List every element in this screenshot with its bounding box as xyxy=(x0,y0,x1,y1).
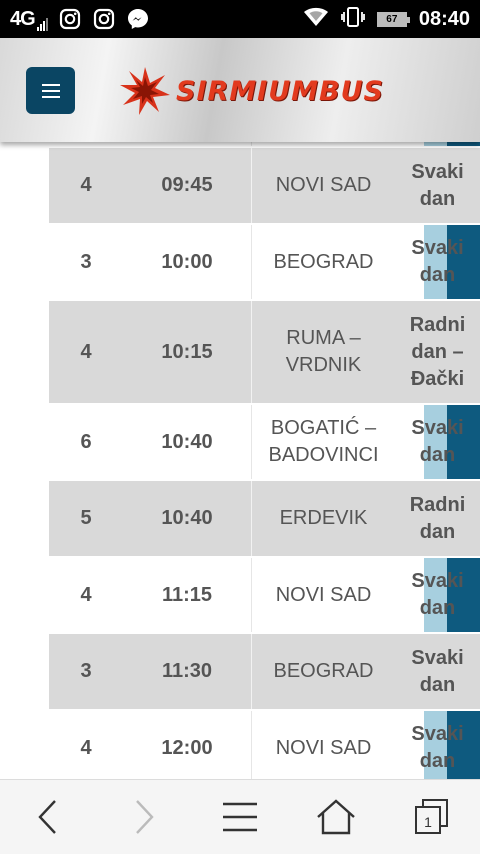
platform-cell: 4 xyxy=(80,340,92,363)
platform-cell: 6 xyxy=(80,430,92,453)
departure-time-cell: 11:15 xyxy=(161,583,213,606)
operating-days-cell: Svaki dan xyxy=(395,148,480,223)
table-row: 5 10:40 ERDEVIK Radni dan xyxy=(49,481,480,558)
tabs-icon[interactable]: 1 xyxy=(408,793,456,841)
platform-cell: 4 xyxy=(80,736,92,759)
departure-time-cell: 11:30 xyxy=(161,660,213,682)
destination-cell: ERDEVIK xyxy=(251,481,395,556)
platform-cell: 5 xyxy=(80,507,92,529)
operating-days-label: Radni dan – Đački xyxy=(409,313,466,390)
home-icon[interactable] xyxy=(312,793,360,841)
battery-level: 67 xyxy=(386,13,398,25)
operating-days-label: Svaki dan xyxy=(411,570,464,619)
departure-time-cell: 10:15 xyxy=(161,340,213,363)
operating-days-cell: Svaki dan xyxy=(395,711,480,779)
vibrate-icon xyxy=(340,6,365,32)
wifi-icon xyxy=(303,7,329,32)
operating-days-cell: Svaki dan xyxy=(395,558,480,632)
operating-days-label: dan xyxy=(420,142,456,146)
table-row: 4 12:00 NOVI SAD Svaki dan xyxy=(49,711,480,779)
instagram-icon xyxy=(58,7,82,31)
destination-cell: BOGATIĆ – BADOVINCI xyxy=(251,405,395,479)
departure-time-cell: 10:40 xyxy=(161,507,213,529)
operating-days-label: Svaki dan xyxy=(411,237,464,286)
logo-emblem-icon xyxy=(120,67,170,115)
network-type: 4G xyxy=(10,7,36,30)
operating-days-cell: Svaki dan xyxy=(395,405,480,479)
operating-days-cell: Svaki dan xyxy=(395,225,480,299)
table-row: 4 09:45 NOVI SAD Svaki dan xyxy=(49,148,480,225)
operating-days-cell: dan xyxy=(395,142,480,146)
operating-days-label: Svaki dan xyxy=(411,723,464,772)
table-row: 6 10:40 BOGATIĆ – BADOVINCI Svaki dan xyxy=(49,405,480,481)
departure-time-cell: 12:00 xyxy=(161,736,213,759)
destination-cell: NOVI SAD xyxy=(251,558,395,632)
hamburger-menu-button[interactable] xyxy=(26,67,75,114)
table-row: 4 11:15 NOVI SAD Svaki dan xyxy=(49,558,480,634)
operating-days-label: Radni dan xyxy=(409,493,466,543)
operating-days-cell: Radni dan – Đački xyxy=(395,301,480,403)
table-row: 4 10:15 RUMA – VRDNIK Radni dan – Đački xyxy=(49,301,480,405)
operating-days-label: Svaki dan xyxy=(411,646,464,696)
operating-days-cell: Svaki dan xyxy=(395,634,480,709)
site-header: SIRMIUMBUS xyxy=(0,38,480,142)
clock: 08:40 xyxy=(418,7,470,30)
signal-icon xyxy=(36,17,48,31)
operating-days-cell: Radni dan xyxy=(395,481,480,556)
site-logo[interactable]: SIRMIUMBUS xyxy=(118,65,384,117)
operating-days-label: Svaki dan xyxy=(411,417,464,466)
platform-cell: 4 xyxy=(80,583,92,606)
destination-cell: ZLATIBOR xyxy=(251,142,395,146)
messenger-icon xyxy=(126,7,150,31)
instagram-icon xyxy=(92,7,116,31)
departures-table: ZLATIBOR dan 4 09:45 NOVI SAD Svaki dan 3 10:00… xyxy=(49,142,480,779)
destination-cell: RUMA – VRDNIK xyxy=(251,301,395,403)
network-indicator: 4G xyxy=(10,8,48,31)
status-bar: 4G 67 08:40 xyxy=(0,0,480,38)
platform-cell: 3 xyxy=(80,660,92,682)
platform-cell: 3 xyxy=(80,250,92,273)
battery-icon: 67 xyxy=(376,11,410,27)
operating-days-label: Svaki dan xyxy=(411,160,464,210)
menu-icon[interactable] xyxy=(216,793,264,841)
table-row: 3 11:30 BEOGRAD Svaki dan xyxy=(49,634,480,711)
departure-time-cell: 09:45 xyxy=(161,174,213,196)
forward-icon[interactable] xyxy=(120,793,168,841)
tab-count: 1 xyxy=(424,814,432,830)
logo-text: SIRMIUMBUS xyxy=(176,75,384,107)
table-row: 3 10:00 BEOGRAD Svaki dan xyxy=(49,225,480,301)
back-icon[interactable] xyxy=(24,793,72,841)
destination-cell: NOVI SAD xyxy=(251,711,395,779)
departure-time-cell: 10:40 xyxy=(161,430,213,453)
destination-cell: NOVI SAD xyxy=(251,148,395,223)
browser-bottom-bar: 1 xyxy=(0,779,480,854)
destination-cell: BEOGRAD xyxy=(251,225,395,299)
departure-time-cell: 10:00 xyxy=(161,250,213,273)
destination-cell: BEOGRAD xyxy=(251,634,395,709)
platform-cell: 4 xyxy=(80,174,92,196)
